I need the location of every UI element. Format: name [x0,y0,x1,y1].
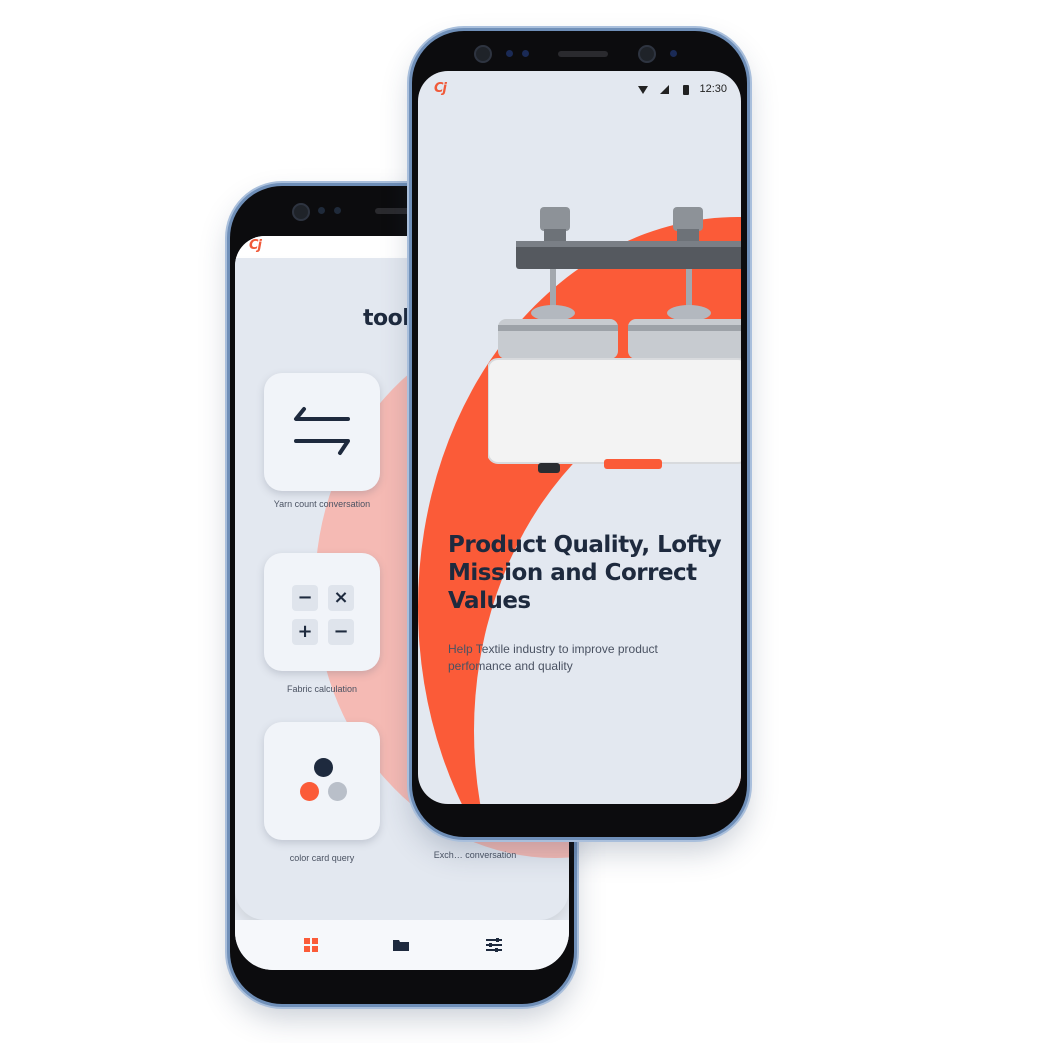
plus-icon: + [292,619,318,645]
front-camera-icon [292,203,310,221]
wifi-icon [638,86,648,94]
sensor-icon [506,50,513,57]
subline: Help Textile industry to improve product… [448,642,658,673]
tool-label: color card query [289,853,355,863]
grid-icon[interactable] [303,937,319,953]
tool-label: Yarn count conversation [273,499,371,509]
textile-machine-image [488,207,741,473]
battery-icon [683,85,689,95]
splash-screen: Cj 12:30 Product Quality, Lofty Mission … [418,71,741,804]
gray-dot [328,782,347,801]
signal-icon [660,85,669,94]
tool-label: Exch… conversation [433,850,517,860]
orange-dot [300,782,319,801]
tool-yarn-count-button[interactable] [264,373,380,491]
dark-dot [314,758,333,777]
tool-fabric-calculation-button[interactable]: − × + − [264,553,380,671]
multiply-icon: × [328,585,354,611]
sliders-icon[interactable] [485,937,503,953]
sensor-icon [318,207,325,214]
app-logo-icon: Cj [434,81,447,96]
camera-icon [638,45,656,63]
minus-icon: − [292,585,318,611]
front-phone: Cj 12:30 Product Quality, Lofty Mission … [412,31,747,837]
status-bar: Cj 12:30 [418,71,741,109]
sensor-icon [670,50,677,57]
minus-icon: − [328,619,354,645]
front-camera-icon [474,45,492,63]
status-time: 12:30 [699,83,727,95]
tool-label: Fabric calculation [286,684,358,694]
bottom-nav [235,920,569,970]
folder-icon[interactable] [392,937,410,953]
status-icons [638,85,689,95]
sensor-icon [334,207,341,214]
headline: Product Quality, Lofty Mission and Corre… [448,532,722,614]
tool-color-card-button[interactable] [264,722,380,840]
swap-arrows-icon [294,407,350,455]
earpiece [558,51,608,57]
app-logo-icon: Cj [249,238,262,253]
sensor-icon [522,50,529,57]
